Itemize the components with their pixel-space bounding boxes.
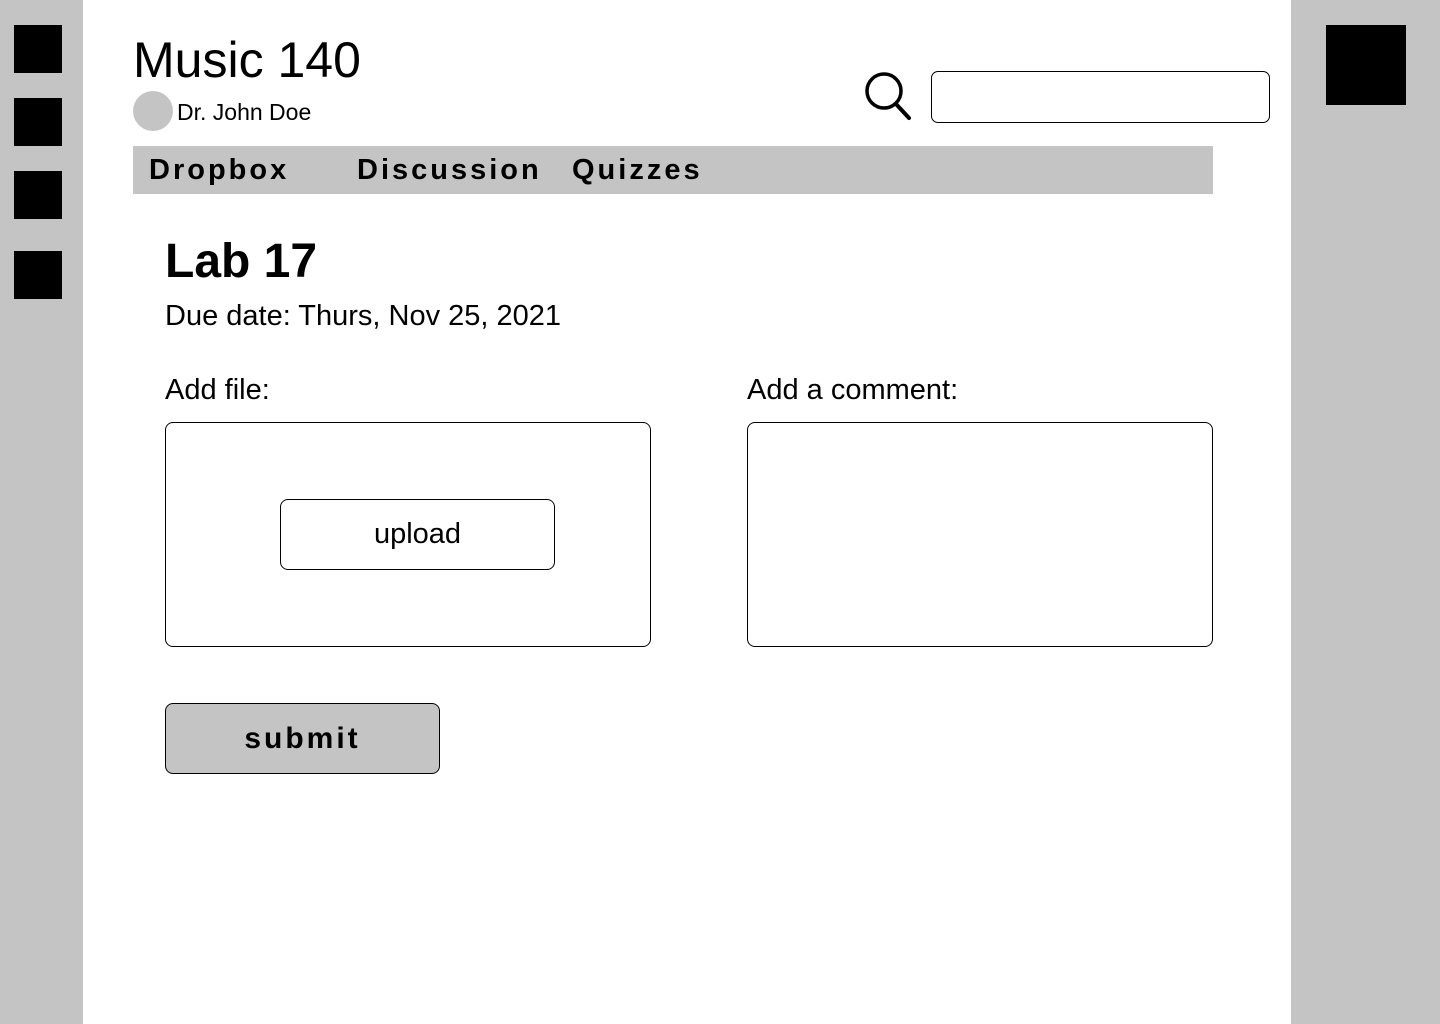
sidebar-nav-item-4[interactable]	[14, 251, 62, 299]
submit-button[interactable]: submit	[165, 703, 440, 774]
course-title: Music 140	[133, 32, 361, 88]
file-drop-area[interactable]: upload	[165, 422, 651, 647]
search-input[interactable]	[931, 71, 1270, 123]
sidebar-nav-item-1[interactable]	[14, 25, 62, 73]
add-comment-label: Add a comment:	[747, 374, 959, 406]
course-nav-bar: Dropbox Discussion Quizzes	[133, 146, 1213, 194]
sidebar-nav-item-2[interactable]	[14, 98, 62, 146]
tab-discussion[interactable]: Discussion	[357, 146, 542, 194]
assignment-title: Lab 17	[165, 235, 318, 288]
right-sidebar-button[interactable]	[1326, 25, 1406, 105]
tab-dropbox[interactable]: Dropbox	[149, 146, 289, 194]
right-sidebar	[1291, 0, 1440, 1024]
due-date: Due date: Thurs, Nov 25, 2021	[165, 300, 562, 332]
instructor-avatar	[133, 91, 173, 131]
instructor-name: Dr. John Doe	[177, 99, 312, 125]
search-icon[interactable]	[864, 70, 912, 122]
tab-quizzes[interactable]: Quizzes	[572, 146, 703, 194]
add-file-label: Add file:	[165, 374, 270, 406]
sidebar-nav-item-3[interactable]	[14, 171, 62, 219]
left-sidebar	[0, 0, 83, 1024]
upload-button[interactable]: upload	[280, 499, 555, 570]
comment-textarea[interactable]	[747, 422, 1213, 647]
